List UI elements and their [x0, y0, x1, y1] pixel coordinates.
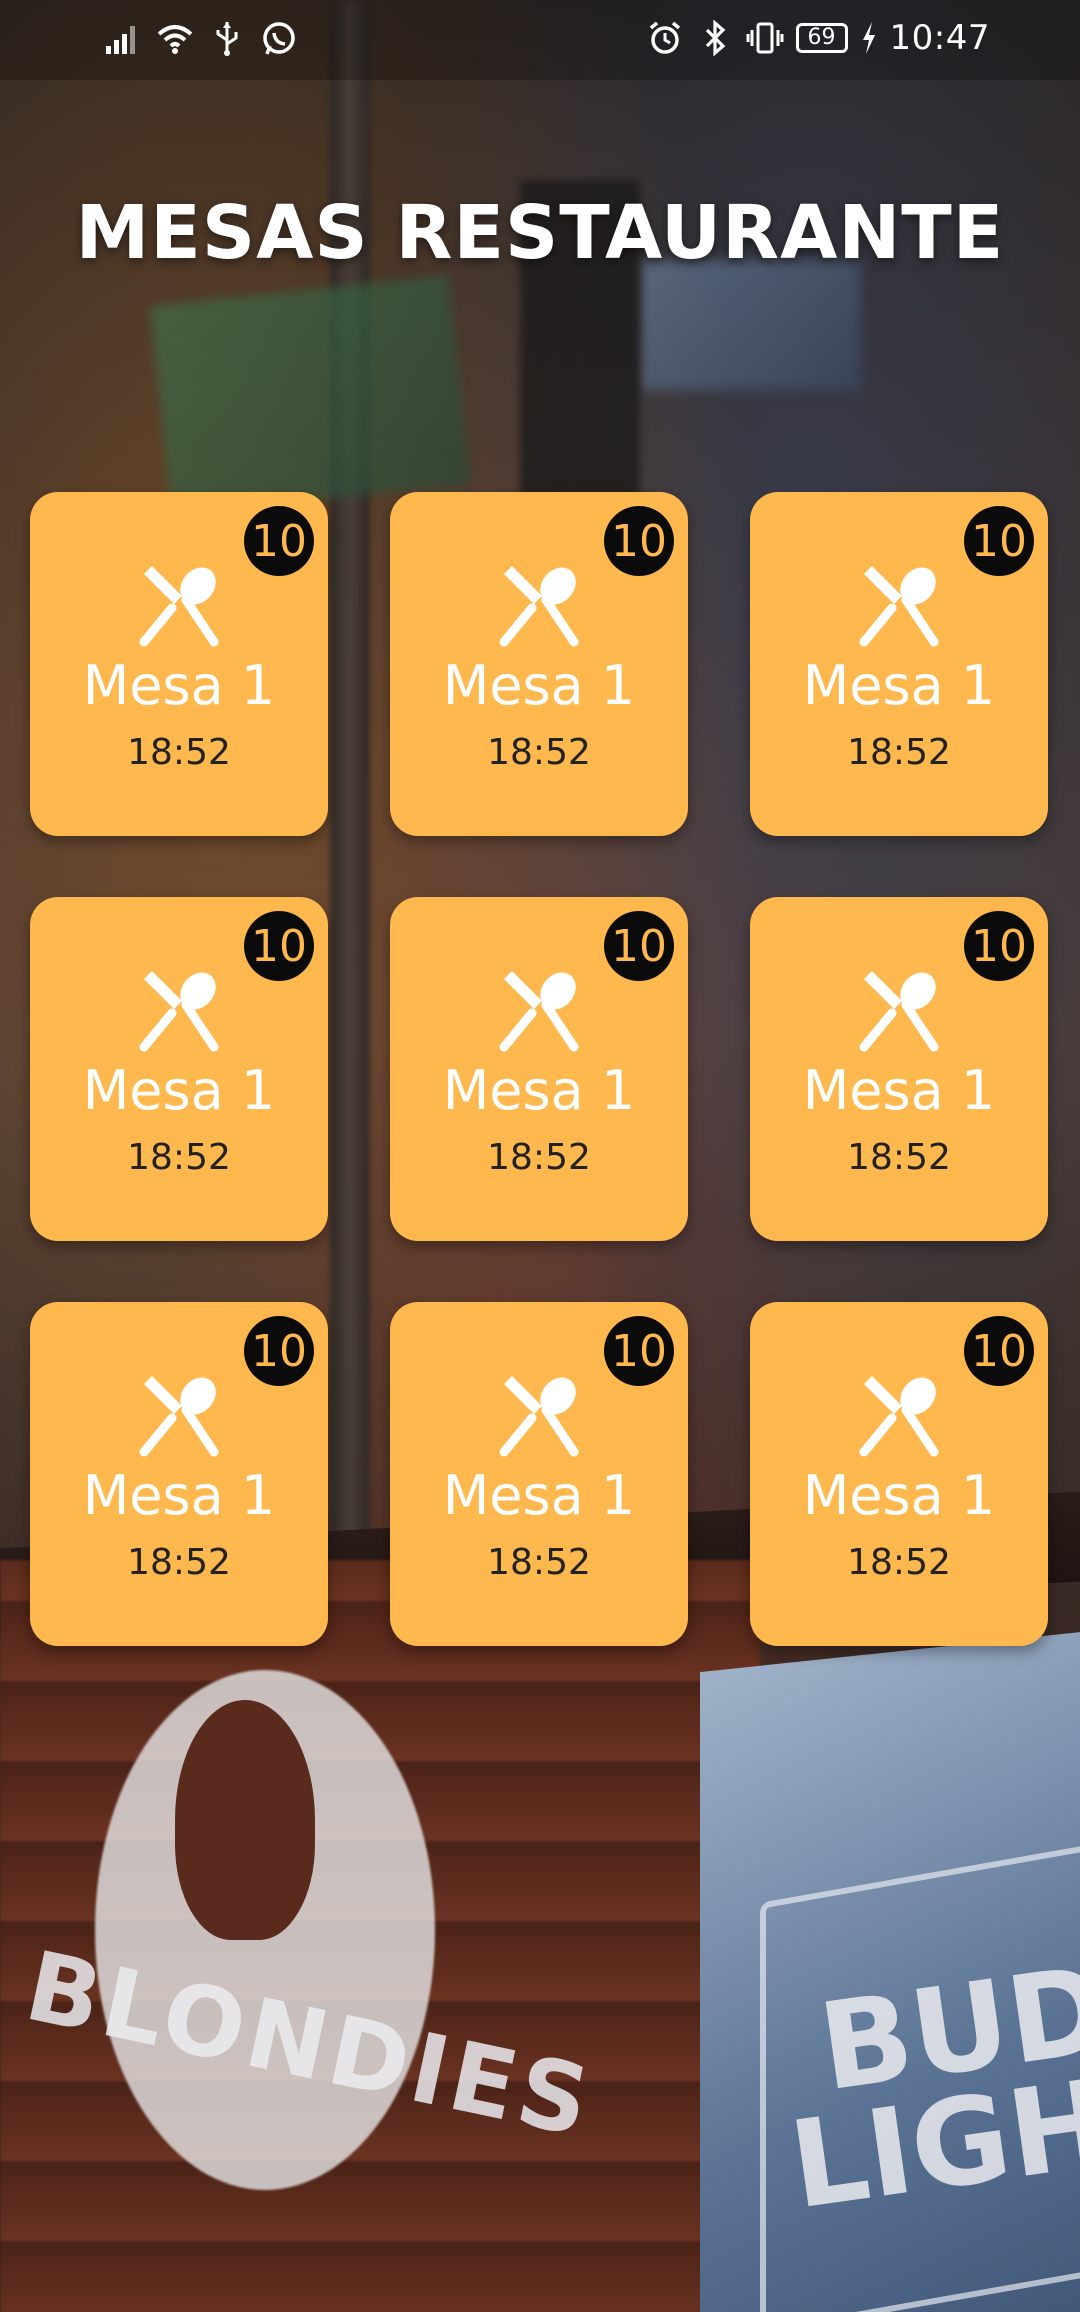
table-time: 18:52 — [487, 732, 591, 773]
table-name: Mesa 1 — [442, 1464, 636, 1527]
cutlery-icon — [30, 1372, 328, 1462]
table-card[interactable]: 10 Mesa 1 18:52 — [30, 492, 328, 836]
background-tv-sign — [149, 274, 471, 516]
charging-icon — [860, 18, 878, 58]
table-card[interactable]: 10 Mesa 1 18:52 — [30, 1302, 328, 1646]
table-card[interactable]: 10 Mesa 1 18:52 — [750, 1302, 1048, 1646]
screen: BLONDIES BUD LIGHT 69 10:47 MESAS RESTAU… — [0, 0, 1080, 2312]
table-time: 18:52 — [487, 1137, 591, 1178]
page-title: MESAS RESTAURANTE — [75, 190, 1005, 276]
table-time: 18:52 — [847, 1137, 951, 1178]
table-time: 18:52 — [487, 1542, 591, 1583]
table-name: Mesa 1 — [82, 654, 276, 717]
wifi-icon — [156, 18, 194, 58]
background-logo-silhouette — [175, 1700, 315, 1940]
table-card[interactable]: 10 Mesa 1 18:52 — [390, 897, 688, 1241]
cutlery-icon — [390, 1372, 688, 1462]
table-card[interactable]: 10 Mesa 1 18:52 — [390, 1302, 688, 1646]
table-time: 18:52 — [127, 732, 231, 773]
cutlery-icon — [30, 562, 328, 652]
cutlery-icon — [30, 967, 328, 1057]
tables-grid: 10 Mesa 1 18:52 10 Mesa 1 18:52 10 Mesa … — [30, 492, 1050, 1652]
status-bar-right: 69 10:47 — [646, 18, 990, 58]
table-name: Mesa 1 — [442, 1059, 636, 1122]
battery-icon: 69 — [795, 23, 848, 53]
bluetooth-icon — [696, 18, 734, 58]
signal-icon — [104, 18, 142, 58]
cutlery-icon — [750, 1372, 1048, 1462]
table-card[interactable]: 10 Mesa 1 18:52 — [750, 492, 1048, 836]
table-card[interactable]: 10 Mesa 1 18:52 — [750, 897, 1048, 1241]
table-time: 18:52 — [127, 1542, 231, 1583]
table-name: Mesa 1 — [802, 654, 996, 717]
table-name: Mesa 1 — [82, 1059, 276, 1122]
table-card[interactable]: 10 Mesa 1 18:52 — [390, 492, 688, 836]
table-name: Mesa 1 — [82, 1464, 276, 1527]
table-time: 18:52 — [847, 732, 951, 773]
cutlery-icon — [750, 967, 1048, 1057]
status-bar: 69 10:47 — [0, 0, 1080, 80]
background-tv-sign-2 — [640, 260, 860, 390]
whatsapp-icon — [260, 18, 298, 58]
alarm-icon — [646, 18, 684, 58]
vibrate-icon — [746, 18, 784, 58]
table-name: Mesa 1 — [802, 1464, 996, 1527]
cutlery-icon — [390, 562, 688, 652]
status-clock: 10:47 — [889, 18, 990, 58]
status-bar-left — [104, 18, 298, 58]
usb-icon — [208, 18, 246, 58]
table-name: Mesa 1 — [802, 1059, 996, 1122]
cutlery-icon — [750, 562, 1048, 652]
table-time: 18:52 — [127, 1137, 231, 1178]
battery-level: 69 — [807, 25, 836, 50]
table-name: Mesa 1 — [442, 654, 636, 717]
cutlery-icon — [390, 967, 688, 1057]
table-time: 18:52 — [847, 1542, 951, 1583]
table-card[interactable]: 10 Mesa 1 18:52 — [30, 897, 328, 1241]
